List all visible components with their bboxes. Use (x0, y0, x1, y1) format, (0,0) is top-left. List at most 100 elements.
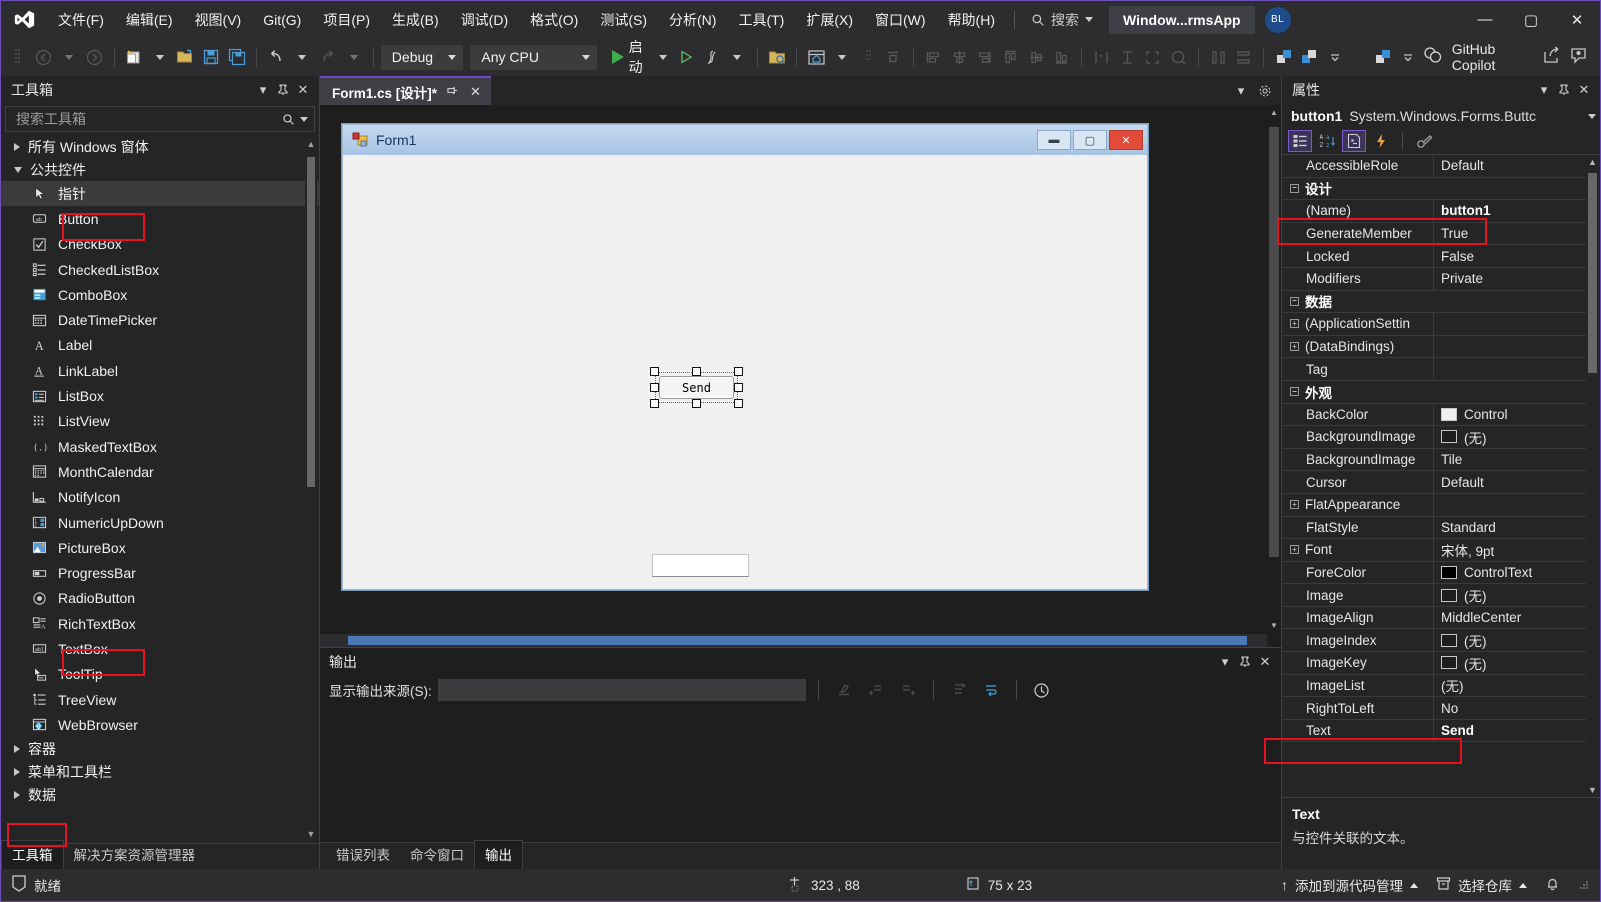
align-rights-icon[interactable] (972, 44, 997, 70)
toolbox-item-linklabel[interactable]: A LinkLabel (1, 358, 319, 383)
properties-category-设计[interactable]: − 设计 (1282, 178, 1600, 201)
toolbox-item-richtextbox[interactable]: A RichTextBox (1, 611, 319, 636)
property-row[interactable]: ImageAlign MiddleCenter (1282, 606, 1600, 630)
resize-handle-sw[interactable] (650, 399, 659, 408)
expand-icon[interactable]: + (1290, 545, 1299, 555)
properties-menu-icon[interactable]: ▾ (1534, 80, 1554, 100)
collapse-icon[interactable]: − (1290, 183, 1299, 193)
property-row[interactable]: ForeColor ControlText (1282, 561, 1600, 585)
output-toggle-timestamp-icon[interactable] (1029, 677, 1055, 703)
redo-icon[interactable] (315, 44, 340, 70)
project-chip[interactable]: Window...rmsApp (1109, 5, 1255, 34)
menu-item-1[interactable]: 编辑(E) (115, 1, 184, 38)
categorized-view-icon[interactable] (1288, 130, 1312, 152)
toolbox-pin-icon[interactable] (273, 80, 293, 100)
status-select-repository[interactable]: 选择仓库 (1436, 875, 1527, 895)
menu-item-2[interactable]: 视图(V) (184, 1, 253, 38)
output-dock-tab-2[interactable]: 输出 (474, 840, 523, 869)
property-row[interactable]: (Name) button1 (1282, 200, 1600, 223)
toolbox-item-datetimepicker[interactable]: DateTimePicker (1, 307, 319, 332)
status-notifications[interactable] (1545, 876, 1560, 895)
solution-configuration-combo[interactable]: Debug (380, 44, 464, 70)
expand-icon[interactable]: + (1290, 319, 1299, 329)
property-row[interactable]: FlatStyle Standard (1282, 516, 1600, 540)
menu-item-11[interactable]: 扩展(X) (795, 1, 864, 38)
status-add-to-source-control[interactable]: 添加到源代码管理 (1281, 875, 1418, 895)
output-close-icon[interactable]: ✕ (1255, 652, 1275, 672)
toolbox-item-treeview[interactable]: TreeView (1, 687, 319, 712)
menu-item-4[interactable]: 项目(P) (312, 1, 381, 38)
toolbox-scroll-down-icon[interactable]: ▼ (305, 827, 317, 841)
start-without-debug-icon[interactable] (674, 44, 699, 70)
designer-hscroll-thumb[interactable] (348, 636, 1247, 645)
menu-item-7[interactable]: 格式(O) (519, 1, 589, 38)
color-swatch[interactable] (1441, 407, 1457, 421)
property-row[interactable]: GenerateMember True (1282, 222, 1600, 246)
expand-icon[interactable]: + (1290, 500, 1299, 510)
property-row[interactable]: BackgroundImage (无) (1282, 426, 1600, 449)
property-row[interactable]: ImageList (无) (1282, 674, 1600, 698)
toolbox-group-所有 Windows 窗体[interactable]: 所有 Windows 窗体 (1, 135, 319, 158)
solution-platform-combo[interactable]: Any CPU (470, 44, 597, 70)
toolbox-item-button[interactable]: ab Button (1, 206, 319, 231)
toolbox-menu-icon[interactable]: ▾ (253, 80, 273, 100)
hot-reload-dropdown-icon[interactable] (725, 44, 750, 70)
properties-category-外观[interactable]: − 外观 (1282, 381, 1600, 404)
preview-form-icon[interactable] (804, 44, 829, 70)
resize-handle-nw[interactable] (650, 367, 659, 376)
design-form-canvas[interactable]: Send (343, 155, 1147, 589)
property-row[interactable]: Modifiers Private (1282, 267, 1600, 291)
alphabetical-view-icon[interactable]: AZaz (1315, 130, 1339, 152)
resize-handle-se[interactable] (734, 399, 743, 408)
color-swatch[interactable] (1441, 588, 1457, 602)
property-value[interactable]: Tile (1434, 452, 1600, 467)
property-row[interactable]: ImageIndex (无) (1282, 629, 1600, 653)
resize-handle-w[interactable] (650, 383, 659, 392)
output-word-wrap-icon[interactable] (978, 677, 1004, 703)
size-to-grid-icon[interactable] (1141, 44, 1166, 70)
document-tab-close-icon[interactable]: ✕ (468, 84, 483, 100)
open-file-icon[interactable] (173, 44, 198, 70)
property-pages-icon[interactable] (1412, 130, 1436, 152)
align-lefts-icon[interactable] (921, 44, 946, 70)
preview-dropdown-icon[interactable] (830, 44, 855, 70)
property-row[interactable]: BackgroundImage Tile (1282, 448, 1600, 472)
toolbox-item-radiobutton[interactable]: RadioButton (1, 586, 319, 611)
menu-item-0[interactable]: 文件(F) (47, 1, 115, 38)
property-value[interactable]: No (1434, 701, 1600, 716)
property-value[interactable]: ControlText (1434, 565, 1600, 580)
properties-scroll-down-icon[interactable]: ▼ (1586, 785, 1599, 795)
document-tabs-settings-icon[interactable] (1255, 81, 1275, 101)
expand-icon[interactable]: + (1290, 342, 1299, 352)
make-same-width-icon[interactable]: * (1089, 44, 1114, 70)
events-view-icon[interactable] (1369, 130, 1393, 152)
send-to-back-icon[interactable] (1297, 44, 1322, 70)
new-project-dropdown-icon[interactable] (147, 44, 172, 70)
make-same-height-icon[interactable] (1115, 44, 1140, 70)
toolbox-group-容器[interactable]: 容器 (1, 738, 319, 761)
properties-scroll-thumb[interactable] (1588, 173, 1597, 373)
avatar[interactable]: BL (1264, 6, 1291, 33)
property-value[interactable]: MiddleCenter (1434, 610, 1600, 625)
toolbox-item-monthcalendar[interactable]: MonthCalendar (1, 459, 319, 484)
output-clear-pane-icon[interactable] (946, 677, 972, 703)
minimize-button[interactable]: — (1462, 1, 1508, 38)
toolbox-item-notifyicon[interactable]: NotifyIcon (1, 485, 319, 510)
layout-overflow-icon[interactable] (1396, 44, 1421, 70)
align-centers-icon[interactable] (947, 44, 972, 70)
toolbox-group-数据[interactable]: 数据 (1, 784, 319, 807)
toolbox-item-listview[interactable]: ListView (1, 409, 319, 434)
property-row[interactable]: ImageKey (无) (1282, 652, 1600, 675)
menu-item-9[interactable]: 分析(N) (658, 1, 727, 38)
close-button[interactable]: ✕ (1554, 1, 1600, 38)
color-swatch[interactable] (1441, 565, 1457, 579)
form-minimize-button[interactable]: ▬ (1037, 130, 1071, 150)
resize-handle-n[interactable] (692, 367, 701, 376)
toolbox-item-checkedlistbox[interactable]: CheckedListBox (1, 257, 319, 282)
property-row[interactable]: + (ApplicationSettin (1282, 313, 1600, 336)
zoom-icon[interactable] (1166, 44, 1191, 70)
property-row[interactable]: BackColor Control (1282, 403, 1600, 427)
menu-item-6[interactable]: 调试(D) (450, 1, 519, 38)
toolbox-item-maskedtextbox[interactable]: (.)- MaskedTextBox (1, 434, 319, 459)
github-copilot-label[interactable]: GitHub Copilot (1452, 41, 1534, 73)
